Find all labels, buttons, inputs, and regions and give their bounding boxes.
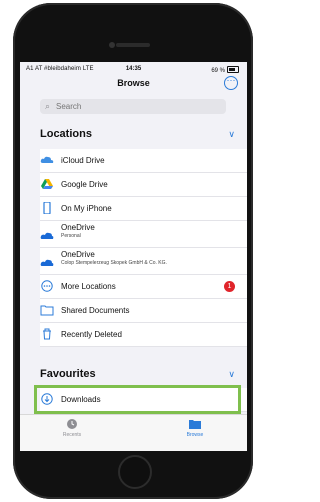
location-icloud-drive[interactable]: iCloud Drive bbox=[40, 149, 247, 173]
downloads-highlight-frame bbox=[34, 385, 241, 414]
google-drive-icon bbox=[41, 179, 53, 189]
location-google-drive[interactable]: Google Drive bbox=[40, 173, 247, 197]
location-label: OneDrive bbox=[61, 223, 95, 232]
location-sublabel: Colop Stempelerzeug Skopek GmbH & Co. KG… bbox=[61, 260, 167, 266]
locations-list: iCloud Drive Google Drive On My iPhone O… bbox=[40, 149, 247, 347]
location-recently-deleted[interactable]: Recently Deleted bbox=[40, 323, 247, 347]
location-shared-documents[interactable]: Shared Documents bbox=[40, 299, 247, 323]
screen: A1 AT #bleibdaheim LTE 14:35 69 % Browse… bbox=[20, 62, 247, 451]
home-button[interactable] bbox=[118, 455, 152, 489]
chevron-down-icon[interactable]: ∨ bbox=[228, 129, 235, 140]
folder-icon bbox=[40, 305, 54, 316]
location-onedrive-business[interactable]: OneDrive Colop Stempelerzeug Skopek GmbH… bbox=[40, 248, 247, 275]
ellipsis-icon bbox=[41, 280, 53, 292]
notification-badge: 1 bbox=[224, 281, 235, 292]
location-label: iCloud Drive bbox=[61, 156, 105, 165]
battery-status: 69 % bbox=[211, 66, 239, 74]
search-field[interactable]: ⌕ bbox=[40, 99, 226, 114]
location-label: Shared Documents bbox=[61, 306, 130, 315]
clock-icon bbox=[67, 419, 77, 429]
tab-browse[interactable]: Browse bbox=[165, 418, 225, 438]
iphone-icon bbox=[43, 202, 51, 214]
favourites-title: Favourites bbox=[40, 368, 96, 380]
onedrive-icon bbox=[40, 232, 54, 239]
location-onedrive-personal[interactable]: OneDrive Personal bbox=[40, 221, 247, 248]
earpiece bbox=[116, 43, 150, 47]
tab-label: Recents bbox=[62, 432, 82, 438]
onedrive-icon bbox=[40, 259, 54, 266]
page-title: Browse bbox=[117, 78, 150, 88]
favourites-header[interactable]: Favourites ∨ bbox=[20, 364, 247, 386]
location-more-locations[interactable]: More Locations 1 bbox=[40, 275, 247, 299]
locations-title: Locations bbox=[40, 128, 92, 140]
battery-percent: 69 % bbox=[211, 68, 225, 74]
location-label: OneDrive bbox=[61, 250, 95, 259]
folder-icon bbox=[189, 420, 201, 429]
tab-recents[interactable]: Recents bbox=[42, 418, 102, 438]
front-camera bbox=[109, 42, 115, 48]
battery-icon bbox=[227, 66, 239, 73]
status-bar: A1 AT #bleibdaheim LTE 14:35 69 % bbox=[20, 62, 247, 76]
chevron-down-icon[interactable]: ∨ bbox=[228, 369, 235, 380]
location-label: On My iPhone bbox=[61, 204, 112, 213]
icloud-icon bbox=[40, 156, 54, 163]
tab-bar: Recents Browse bbox=[20, 414, 247, 451]
ellipsis-circle-icon[interactable]: ··· bbox=[224, 76, 238, 90]
location-label: More Locations bbox=[61, 282, 116, 291]
tab-label: Browse bbox=[186, 432, 204, 438]
location-label: Recently Deleted bbox=[61, 330, 122, 339]
locations-header[interactable]: Locations ∨ bbox=[20, 124, 247, 146]
trash-icon bbox=[43, 328, 51, 340]
location-label: Google Drive bbox=[61, 180, 108, 189]
location-on-my-iphone[interactable]: On My iPhone bbox=[40, 197, 247, 221]
search-icon: ⌕ bbox=[45, 101, 51, 111]
location-sublabel: Personal bbox=[61, 233, 81, 239]
search-input[interactable] bbox=[56, 100, 216, 113]
